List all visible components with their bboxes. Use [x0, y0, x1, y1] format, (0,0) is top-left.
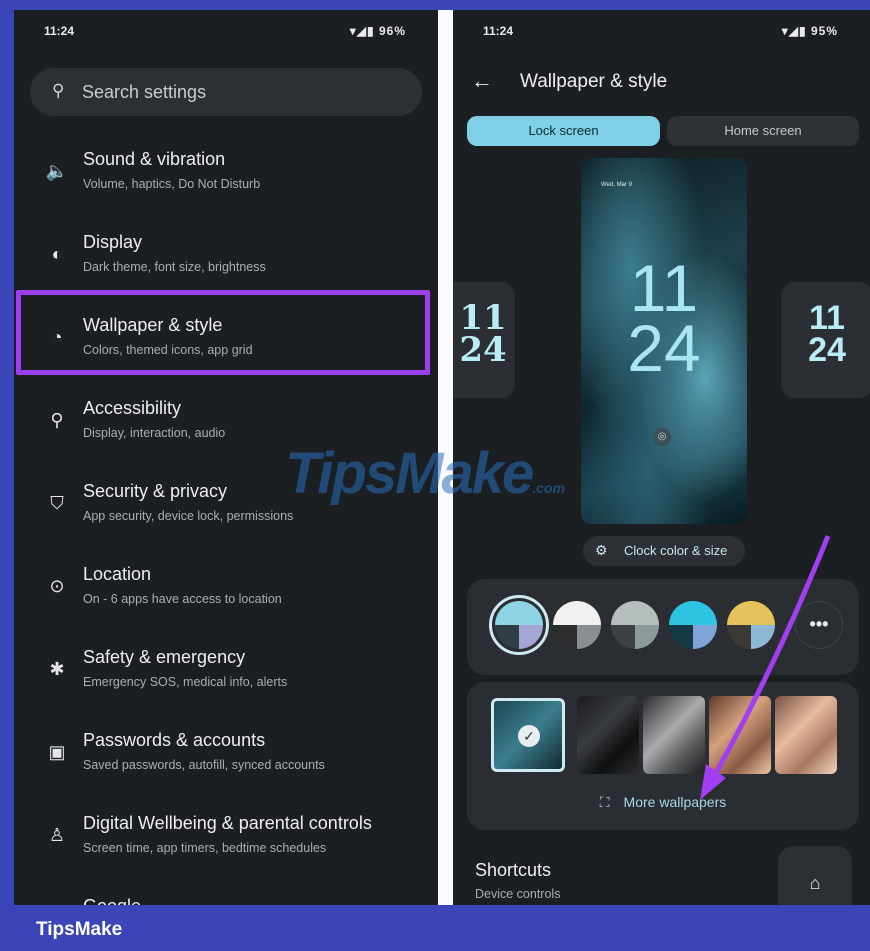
wallpaper-icon: ⛶: [599, 794, 610, 810]
footer-bar: TipsMake: [0, 905, 870, 951]
status-time: 11:24: [483, 24, 514, 38]
item-subtitle: Emergency SOS, medical info, alerts: [83, 675, 288, 689]
wallpaper-thumbnail[interactable]: [775, 696, 837, 774]
settings-item-google[interactable]: G Google: [14, 882, 438, 905]
clock-button-label: Clock color & size: [624, 543, 728, 558]
wallpaper-thumbnail[interactable]: [643, 696, 705, 774]
item-subtitle: On - 6 apps have access to location: [83, 592, 282, 606]
color-swatch[interactable]: [727, 601, 775, 649]
item-title: Digital Wellbeing & parental controls: [83, 813, 372, 833]
swatch-top: [727, 601, 775, 625]
settings-item-location[interactable]: ⊙ Location On - 6 apps have access to lo…: [14, 550, 438, 633]
swatch-bottom-right: [577, 625, 601, 649]
swatch-bottom-left: [611, 625, 635, 649]
back-arrow-icon[interactable]: ←: [471, 68, 493, 94]
settings-item-safety[interactable]: ✱ Safety & emergency Emergency SOS, medi…: [14, 633, 438, 716]
clock-style-card-left[interactable]: 11 24: [453, 282, 515, 398]
item-subtitle: Display, interaction, audio: [83, 426, 226, 440]
speaker-icon: 🔈: [45, 161, 69, 181]
wallpaper-thumbnail[interactable]: [709, 696, 771, 774]
item-title: Location: [83, 564, 152, 584]
item-subtitle: Saved passwords, autofill, synced accoun…: [83, 758, 325, 772]
item-title: Google: [83, 896, 141, 905]
color-swatch[interactable]: [553, 601, 601, 649]
search-icon: ⚲: [52, 81, 65, 100]
status-bar: 11:24 ▾◢▮ 95%: [453, 24, 870, 46]
settings-item-passwords[interactable]: ▣ Passwords & accounts Saved passwords, …: [14, 716, 438, 799]
wallpaper-picker: ✓ ⛶ More wallpapers: [467, 682, 859, 830]
swatch-top: [553, 601, 601, 625]
swatch-bottom-right: [635, 625, 659, 649]
asterisk-icon: ✱: [49, 659, 65, 679]
display-icon: ◐: [51, 244, 63, 264]
tab-lock-screen[interactable]: Lock screen: [467, 116, 660, 146]
key-icon: ▣: [48, 742, 66, 762]
battery-level: 96%: [378, 24, 406, 38]
item-title: Display: [83, 232, 143, 252]
more-colors-button[interactable]: •••: [795, 601, 843, 649]
item-title: Accessibility: [83, 398, 182, 418]
color-swatch[interactable]: [611, 601, 659, 649]
check-icon: ✓: [518, 725, 540, 747]
settings-item-display[interactable]: ◐ Display Dark theme, font size, brightn…: [14, 218, 438, 301]
color-palette: •••: [467, 579, 859, 675]
page-title: Wallpaper & style: [520, 71, 668, 92]
clock-style-card-right[interactable]: 11 24: [781, 282, 870, 398]
watermark-suffix: .com: [532, 480, 565, 496]
search-input[interactable]: ⚲ Search settings: [30, 68, 422, 116]
color-swatch[interactable]: [489, 595, 549, 655]
watermark-text: TipsMake: [285, 441, 534, 506]
highlight-box: [16, 290, 430, 375]
preview-clock: 11 24: [627, 251, 701, 385]
item-subtitle: Volume, haptics, Do Not Disturb: [83, 177, 261, 191]
fingerprint-icon: ◎: [653, 428, 671, 446]
clock-style-digits: 11 24: [808, 299, 846, 369]
signal-icons: ▾◢▮: [781, 24, 807, 38]
swatch-top: [611, 601, 659, 625]
color-swatch[interactable]: [669, 601, 717, 649]
gear-icon: ⚙: [595, 542, 608, 558]
status-bar: 11:24 ▾◢▮ 96%: [14, 24, 438, 46]
item-title: Security & privacy: [83, 481, 228, 501]
battery-level: 95%: [810, 24, 838, 38]
settings-item-wellbeing[interactable]: ♙ Digital Wellbeing & parental controls …: [14, 799, 438, 882]
item-title: Passwords & accounts: [83, 730, 266, 750]
preview-date: Wed, Mar 9: [601, 182, 632, 188]
swatch-top: [495, 601, 543, 625]
swatch-bottom-left: [553, 625, 577, 649]
signal-icons: ▾◢▮: [349, 24, 375, 38]
item-title: Sound & vibration: [83, 149, 226, 169]
swatch-bottom-right: [693, 625, 717, 649]
accessibility-icon: ⚲: [50, 410, 64, 430]
item-subtitle: Dark theme, font size, brightness: [83, 260, 266, 274]
more-wallpapers-button[interactable]: ⛶ More wallpapers: [467, 794, 859, 811]
shortcuts-title: Shortcuts: [475, 860, 552, 880]
item-title: Safety & emergency: [83, 647, 246, 667]
wallpaper-thumbnail[interactable]: [577, 696, 639, 774]
swatch-bottom-right: [519, 625, 543, 649]
clock-color-size-button[interactable]: ⚙ Clock color & size: [583, 536, 745, 566]
watermark: TipsMake.com: [285, 440, 565, 507]
search-placeholder: Search settings: [82, 82, 207, 102]
home-icon[interactable]: ⌂: [778, 846, 852, 905]
item-subtitle: Screen time, app timers, bedtime schedul…: [83, 841, 327, 855]
swatch-bottom-left: [495, 625, 519, 649]
location-icon: ⊙: [49, 576, 65, 596]
shortcuts-subtitle: Device controls: [475, 887, 561, 901]
footer-brand: TipsMake: [36, 919, 123, 940]
shield-icon: ⛉: [50, 493, 64, 513]
swatch-bottom-left: [669, 625, 693, 649]
tab-home-screen[interactable]: Home screen: [667, 116, 859, 146]
swatch-bottom-right: [751, 625, 775, 649]
wallpaper-thumbnail-selected[interactable]: ✓: [491, 698, 565, 772]
item-subtitle: App security, device lock, permissions: [83, 509, 294, 523]
wellbeing-icon: ♙: [48, 825, 66, 845]
more-wallpapers-label: More wallpapers: [623, 794, 727, 810]
clock-style-digits: 11 24: [459, 298, 507, 370]
settings-item-sound[interactable]: 🔈 Sound & vibration Volume, haptics, Do …: [14, 135, 438, 218]
swatch-top: [669, 601, 717, 625]
swatch-bottom-left: [727, 625, 751, 649]
lock-screen-preview[interactable]: Wed, Mar 9 11 24 ◎: [581, 158, 747, 524]
status-time: 11:24: [44, 24, 75, 38]
